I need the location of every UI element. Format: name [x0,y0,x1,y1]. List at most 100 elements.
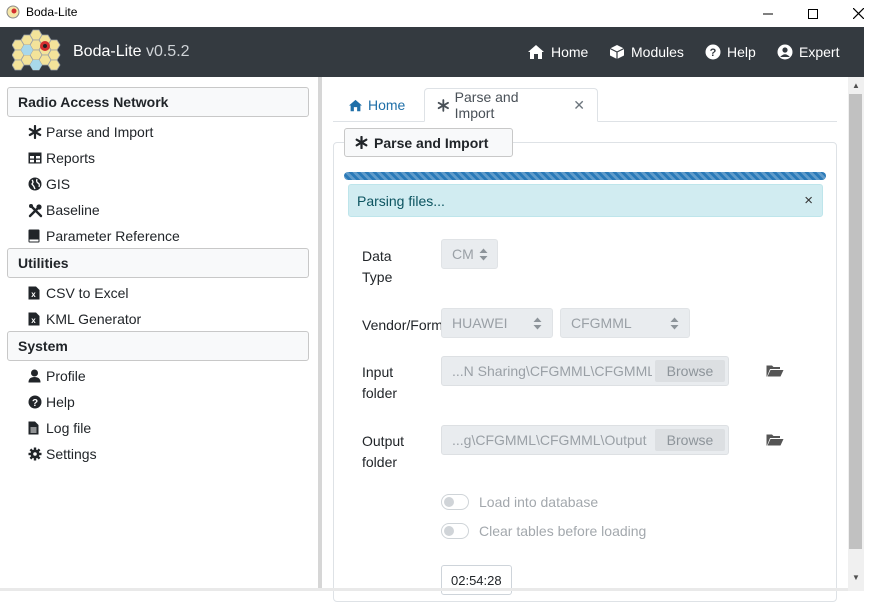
scroll-thumb[interactable] [849,94,862,549]
sidebar-item-csv-to-excel[interactable]: x CSV to Excel [28,283,128,303]
minimize-icon [763,13,773,14]
output-folder-field[interactable]: ...g\CFGMML\CFGMML\Output Browse [441,425,729,455]
vendor-select[interactable]: HUAWEI [441,308,553,338]
format-value: CFGMML [571,315,632,331]
sidebar-item-label: Help [46,394,75,410]
app-name: Boda-Lite [73,43,142,60]
app-brand: Boda-Lite v0.5.2 [73,43,190,61]
nav-home[interactable]: Home [527,42,588,62]
section-utilities[interactable]: Utilities [7,248,309,278]
output-folder-value: ...g\CFGMML\CFGMML\Output [452,432,647,448]
home-icon [349,99,362,111]
asterisk-icon [437,98,449,112]
section-system[interactable]: System [7,331,309,361]
tab-parse-and-import[interactable]: Parse and Import ✕ [424,88,598,122]
sidebar-item-log-file[interactable]: Log file [28,418,91,438]
sidebar-item-label: Reports [46,150,96,166]
load-db-toggle[interactable] [441,494,469,510]
input-browse-button[interactable]: Browse [655,360,725,382]
excel-file-icon: x [28,286,40,300]
nav-modules[interactable]: Modules [609,42,684,62]
table-icon [28,152,42,164]
asterisk-icon [355,136,368,149]
nav-help-label: Help [727,44,756,60]
sidebar-item-kml-generator[interactable]: x KML Generator [28,309,141,329]
maximize-button[interactable] [790,0,836,27]
sidebar-item-reports[interactable]: Reports [28,148,95,168]
sidebar-splitter[interactable] [318,77,322,591]
gear-icon [28,447,42,461]
boda-logo-icon [12,29,61,71]
user-circle-icon [777,44,793,60]
tab-parse-label: Parse and Import [454,89,519,121]
sidebar-item-label: Profile [46,368,86,384]
close-window-button[interactable] [835,0,879,27]
clear-tables-toggle[interactable] [441,523,469,539]
input-folder-label: Input folder [362,362,397,404]
data-type-select[interactable]: CM [441,239,498,269]
scroll-up-icon[interactable]: ▲ [848,79,864,93]
excel-file-icon: x [28,312,40,326]
nav-expert-label: Expert [799,44,840,60]
nav-help[interactable]: ? Help [705,42,756,62]
tab-home-label: Home [368,97,406,113]
nav-home-label: Home [551,44,589,60]
tab-home[interactable]: Home [336,88,417,122]
label-line: Type [362,269,393,285]
question-circle-icon: ? [28,395,42,409]
file-text-icon [28,421,39,435]
cube-icon [609,45,625,59]
label-line: Output [362,433,405,449]
section-title: Radio Access Network [18,94,169,110]
folder-open-icon[interactable] [766,364,784,378]
sidebar-item-label: GIS [46,176,71,192]
sidebar-item-label: Baseline [46,202,100,218]
svg-text:?: ? [710,47,717,59]
vendor-value: HUAWEI [452,315,508,331]
data-type-value: CM [452,246,474,262]
input-folder-field[interactable]: ...N Sharing\CFGMML\CFGMML Browse [441,356,729,386]
sidebar-item-help[interactable]: ? Help [28,392,75,412]
label-line: folder [362,454,398,470]
home-icon [528,45,544,59]
sidebar-item-label: CSV to Excel [46,285,129,301]
label-line: Data [362,248,392,264]
sidebar-item-label: Settings [46,446,97,462]
label-line: Input [362,364,394,380]
sidebar-item-gis[interactable]: GIS [28,174,70,194]
sidebar-item-settings[interactable]: Settings [28,444,97,464]
sidebar-item-label: Parameter Reference [46,228,180,244]
question-circle-icon: ? [705,44,721,60]
format-select[interactable]: CFGMML [560,308,690,338]
sidebar-item-label: KML Generator [46,311,142,327]
clear-tables-label: Clear tables before loading [479,523,647,539]
sidebar-item-parse-and-import[interactable]: Parse and Import [28,122,153,142]
sort-caret-icon [479,248,488,261]
output-browse-button[interactable]: Browse [655,429,725,451]
nav-expert[interactable]: Expert [777,42,839,62]
svg-text:x: x [31,316,36,325]
progress-bar [344,172,826,180]
minimize-button[interactable] [745,0,791,27]
section-radio-access-network[interactable]: Radio Access Network [7,87,309,117]
load-db-label: Load into database [479,494,599,510]
section-title: System [18,338,68,354]
asterisk-icon [28,125,42,139]
tools-icon [28,203,43,217]
main-scrollbar[interactable]: ▲ ▼ [848,77,864,591]
sidebar-item-baseline[interactable]: Baseline [28,200,100,220]
data-type-label: Data Type [362,246,392,288]
tab-close-icon[interactable]: ✕ [573,97,585,114]
svg-text:?: ? [32,398,38,409]
folder-open-icon[interactable] [766,433,784,447]
sidebar-item-profile[interactable]: Profile [28,366,86,386]
book-icon [28,229,40,243]
app-version: v0.5.2 [145,43,190,60]
sidebar-item-parameter-reference[interactable]: Parameter Reference [28,226,180,246]
label-line: folder [362,385,398,401]
input-folder-value: ...N Sharing\CFGMML\CFGMML [452,363,652,379]
scroll-down-icon[interactable]: ▼ [848,571,864,585]
sidebar-item-label: Log file [46,420,92,436]
sidebar-item-label: Parse and Import [46,124,154,140]
alert-close-icon[interactable]: × [804,192,813,209]
